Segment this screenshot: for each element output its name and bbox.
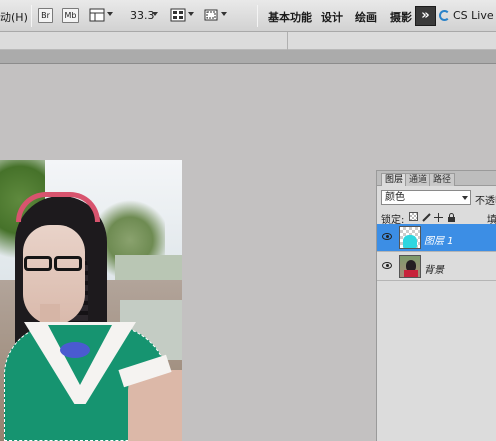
layers-panel: 图层 通道 路径 颜色 不透明 锁定: 填 图层 1 背景: [376, 170, 496, 441]
workspace-design[interactable]: 设计: [321, 9, 343, 25]
chevron-down-icon[interactable]: [221, 12, 227, 16]
chevron-down-icon[interactable]: [107, 12, 113, 16]
layer-row-background[interactable]: 背景: [377, 253, 496, 281]
chevron-down-icon[interactable]: [152, 12, 158, 16]
ribbon: [60, 342, 90, 358]
divider: [287, 32, 288, 50]
panel-tabs: 图层 通道 路径: [377, 171, 496, 186]
glasses-right: [54, 256, 82, 271]
thumbnail-shape: [403, 235, 417, 248]
eye-icon[interactable]: [382, 262, 392, 269]
blend-mode-value: 颜色: [385, 192, 405, 203]
workspace-painting[interactable]: 绘画: [355, 9, 377, 25]
layout-icon[interactable]: [89, 8, 105, 22]
mini-bridge-button[interactable]: Mb: [62, 8, 79, 23]
chevron-down-icon[interactable]: [188, 12, 194, 16]
workspace-overflow-button[interactable]: »: [415, 6, 436, 26]
document-tab-bar: [0, 50, 496, 64]
arrange-icon[interactable]: [170, 8, 186, 22]
eye-icon[interactable]: [382, 233, 392, 240]
layer-row-layer1[interactable]: 图层 1: [377, 224, 496, 252]
glasses-left: [24, 256, 52, 271]
zoom-level[interactable]: 33.3: [130, 9, 155, 22]
tab-layers[interactable]: 图层: [381, 173, 408, 186]
divider: [31, 5, 32, 27]
cs-live-label[interactable]: CS Live: [453, 9, 494, 22]
blend-mode-select[interactable]: 颜色: [381, 190, 471, 205]
application-bar: 动(H) Br Mb 33.3 基本功能 设计 绘画 摄影 » CS Live: [0, 0, 496, 32]
lock-move-icon[interactable]: [434, 212, 443, 222]
help-menu[interactable]: 动(H): [0, 9, 28, 25]
bridge-button[interactable]: Br: [38, 8, 53, 23]
tab-paths[interactable]: 路径: [429, 173, 456, 186]
cs-live-icon[interactable]: [439, 10, 450, 21]
workspace-essentials[interactable]: 基本功能: [268, 9, 312, 25]
layer-name[interactable]: 背景: [424, 261, 444, 276]
lock-transparent-icon[interactable]: [409, 212, 418, 221]
tab-channels[interactable]: 通道: [405, 173, 432, 186]
layer-thumbnail: [399, 226, 421, 249]
opacity-label: 不透明: [475, 196, 496, 207]
thumbnail-shirt: [404, 270, 418, 277]
screen-mode-icon[interactable]: [203, 8, 219, 22]
workspace-photography[interactable]: 摄影: [390, 9, 412, 25]
chevron-down-icon: [462, 196, 468, 200]
lock-paint-icon[interactable]: [422, 212, 431, 222]
lock-all-icon[interactable]: [447, 212, 456, 222]
layer-thumbnail: [399, 255, 421, 278]
document-canvas[interactable]: [0, 160, 182, 441]
divider: [257, 5, 258, 27]
layer-name[interactable]: 图层 1: [424, 232, 454, 247]
options-bar: [0, 32, 496, 50]
